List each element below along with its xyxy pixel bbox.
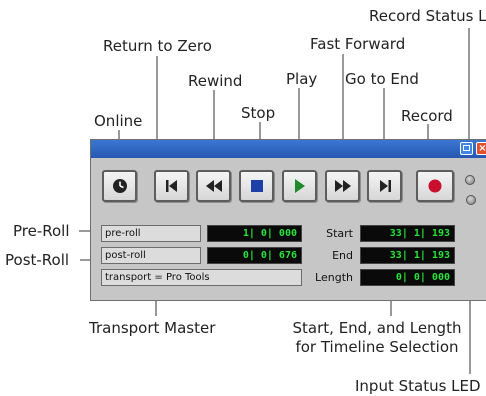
go-to-end-icon <box>379 180 391 192</box>
clock-icon <box>112 179 127 193</box>
record-status-led <box>465 175 475 185</box>
fast-forward-button[interactable] <box>325 170 360 202</box>
record-callout: Record <box>401 107 453 125</box>
pre-roll-counter[interactable]: 1| 0| 000 <box>207 225 302 242</box>
play-button[interactable] <box>282 170 317 202</box>
post-roll-counter[interactable]: 0| 0| 676 <box>207 247 302 264</box>
rewind-button[interactable] <box>196 170 231 202</box>
fast-forward-icon <box>334 180 351 192</box>
length-label: Length <box>315 271 353 284</box>
stop-button[interactable] <box>239 170 274 202</box>
rewind-callout: Rewind <box>188 72 243 90</box>
go-to-end-callout: Go to End <box>345 70 419 88</box>
length-counter[interactable]: 0| 0| 000 <box>360 269 455 286</box>
window-minimize-button[interactable] <box>460 142 473 155</box>
stop-callout: Stop <box>241 104 276 122</box>
record-icon <box>428 179 442 193</box>
selection-callout-line1: Start, End, and Length <box>292 319 462 337</box>
pre-roll-button[interactable]: pre-roll <box>101 225 201 242</box>
play-callout: Play <box>286 70 318 88</box>
selection-callout-line2: for Timeline Selection <box>295 338 459 356</box>
input-status-led-callout: Input Status LED <box>355 377 481 395</box>
go-to-end-button[interactable] <box>367 170 402 202</box>
start-label: Start <box>326 227 353 240</box>
rewind-icon <box>205 180 222 192</box>
fast-forward-callout: Fast Forward <box>310 35 406 53</box>
return-to-zero-button[interactable] <box>154 170 189 202</box>
transport-master-callout: Transport Master <box>89 319 216 337</box>
transport-window: × pre-roll 1| 0| 000 post-roll 0| 0| 676… <box>90 139 486 301</box>
online-button[interactable] <box>102 170 137 202</box>
input-status-led <box>466 195 476 205</box>
post-roll-button[interactable]: post-roll <box>101 247 201 264</box>
online-callout: Online <box>94 112 143 130</box>
record-status-led-callout: Record Status LED <box>369 7 486 25</box>
end-label: End <box>332 249 353 262</box>
return-to-zero-callout: Return to Zero <box>103 37 212 55</box>
post-roll-callout: Post-Roll <box>5 251 70 269</box>
record-button[interactable] <box>416 170 454 202</box>
play-icon <box>294 179 305 193</box>
stop-icon <box>250 180 263 192</box>
start-counter[interactable]: 33| 1| 193 <box>360 225 455 242</box>
transport-titlebar[interactable]: × <box>91 140 486 158</box>
window-close-button[interactable]: × <box>476 142 486 155</box>
pre-roll-callout: Pre-Roll <box>13 222 70 240</box>
return-to-zero-icon <box>165 180 177 192</box>
transport-master-selector[interactable]: transport = Pro Tools <box>101 269 302 286</box>
end-counter[interactable]: 33| 1| 193 <box>360 247 455 264</box>
